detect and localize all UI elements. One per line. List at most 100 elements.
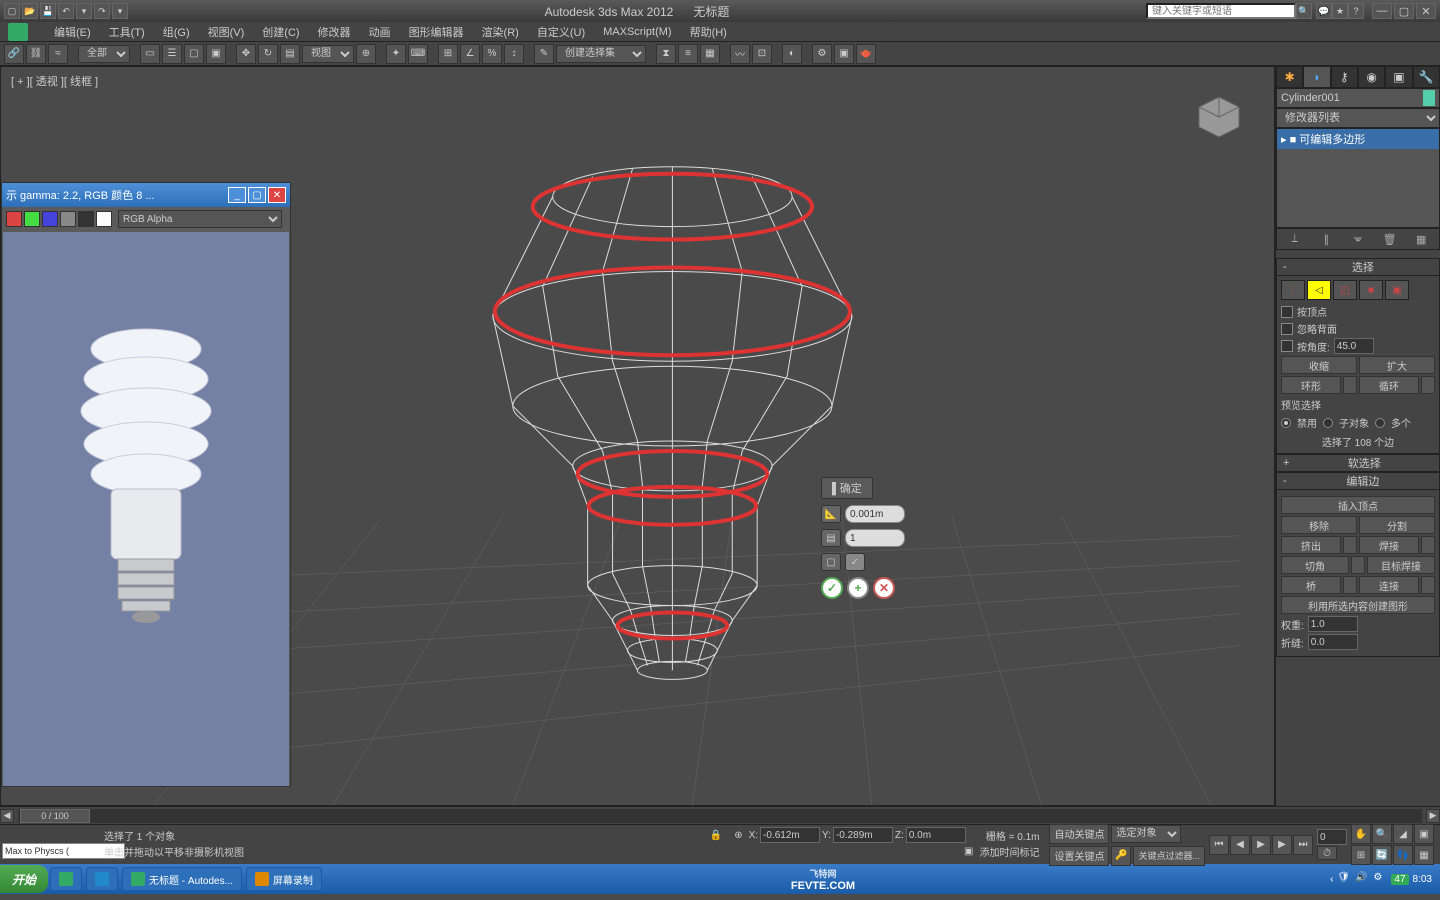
redo-dropdown-icon[interactable]: ▾	[112, 3, 128, 19]
link-icon[interactable]: 🔗	[4, 44, 24, 64]
orbit-icon[interactable]: 🔄	[1372, 845, 1392, 865]
alpha-channel-icon[interactable]	[60, 211, 76, 227]
weight-spinner[interactable]	[1308, 616, 1358, 632]
polygon-mode-icon[interactable]: ■	[1359, 280, 1383, 300]
time-tag-icon[interactable]: ▣	[964, 846, 973, 857]
ring-button[interactable]: 环形	[1281, 376, 1341, 394]
select-icon[interactable]: ▭	[140, 44, 160, 64]
auto-key-button[interactable]: 自动关键点	[1049, 824, 1109, 844]
current-frame-input[interactable]	[1317, 829, 1347, 845]
app-menu-button[interactable]	[8, 23, 28, 41]
play-icon[interactable]: ▶	[1251, 835, 1271, 855]
pivot-icon[interactable]: ⊕	[356, 44, 376, 64]
create-tab-icon[interactable]: ✱	[1276, 66, 1303, 88]
add-time-tag[interactable]: 添加时间标记	[979, 844, 1039, 859]
redo-icon[interactable]: ↷	[94, 3, 110, 19]
make-unique-icon[interactable]: ⩖	[1349, 230, 1367, 248]
undo-icon[interactable]: ↶	[58, 3, 74, 19]
unlink-icon[interactable]: ⛓	[26, 44, 46, 64]
insert-vertex-button[interactable]: 插入顶点	[1281, 496, 1435, 514]
set-key-button[interactable]: 设置关键点	[1049, 846, 1109, 866]
clock[interactable]: 8:03	[1413, 874, 1432, 885]
modifier-stack[interactable]: ▸ ■ 可编辑多边形	[1276, 128, 1440, 228]
chamfer-segments-input[interactable]	[845, 529, 905, 547]
menu-rendering[interactable]: 渲染(R)	[482, 24, 519, 40]
selection-filter-dropdown[interactable]: 全部	[78, 45, 130, 63]
prev-frame-icon[interactable]: ◀	[1230, 835, 1250, 855]
zoom-icon[interactable]: 🔍	[1372, 824, 1392, 844]
keyboard-shortcut-icon[interactable]: ⌨	[408, 44, 428, 64]
material-editor-icon[interactable]: ◐	[782, 44, 802, 64]
preview-subobj-radio[interactable]	[1323, 418, 1333, 428]
taskbar-item-recorder[interactable]: 屏幕录制	[246, 867, 322, 891]
z-coord-input[interactable]	[906, 827, 966, 843]
remove-mod-icon[interactable]: 🗑	[1381, 230, 1399, 248]
render-icon[interactable]: 🫖	[856, 44, 876, 64]
window-crossing-icon[interactable]: ▣	[206, 44, 226, 64]
configure-icon[interactable]: ▦	[1412, 230, 1430, 248]
modifier-list-dropdown[interactable]: 修改器列表	[1276, 108, 1440, 128]
tray-icon-1[interactable]: 🛡	[1337, 872, 1351, 886]
connect-settings-button[interactable]	[1421, 576, 1435, 594]
next-frame-icon[interactable]: ▶	[1272, 835, 1292, 855]
cancel-button[interactable]: ✕	[873, 577, 895, 599]
save-icon[interactable]: 💾	[40, 3, 56, 19]
align-icon[interactable]: ≡	[678, 44, 698, 64]
fov-icon[interactable]: ◢	[1393, 824, 1413, 844]
x-coord-input[interactable]	[760, 827, 820, 843]
rotate-icon[interactable]: ↻	[258, 44, 278, 64]
shrink-button[interactable]: 收缩	[1281, 356, 1357, 374]
system-tray[interactable]: ‹ 🛡 🔊 ⚙ 47 8:03	[1322, 872, 1440, 886]
coord-icon[interactable]: ⊕	[734, 830, 742, 841]
zoom-extents-icon[interactable]: ▣	[1414, 824, 1434, 844]
start-button[interactable]: 开始	[0, 865, 48, 893]
select-region-icon[interactable]: ▢	[184, 44, 204, 64]
spinner-snap-icon[interactable]: ↕	[504, 44, 524, 64]
crease-spinner[interactable]	[1308, 634, 1358, 650]
loop-spinner[interactable]	[1421, 376, 1435, 394]
ok-button[interactable]: ✓	[821, 577, 843, 599]
y-coord-input[interactable]	[833, 827, 893, 843]
border-mode-icon[interactable]: ◰	[1333, 280, 1357, 300]
menu-maxscript[interactable]: MAXScript(M)	[603, 26, 671, 38]
curve-editor-icon[interactable]: 〰	[730, 44, 750, 64]
menu-views[interactable]: 视图(V)	[208, 24, 245, 40]
help-icon[interactable]: ?	[1348, 3, 1364, 19]
preview-off-radio[interactable]	[1281, 418, 1291, 428]
green-channel-icon[interactable]	[24, 211, 40, 227]
pan-view-icon[interactable]: ✋	[1351, 824, 1371, 844]
object-color-swatch[interactable]	[1423, 90, 1435, 106]
remove-button[interactable]: 移除	[1281, 516, 1357, 534]
render-setup-icon[interactable]: ⚙	[812, 44, 832, 64]
chamfer-settings-button[interactable]	[1351, 556, 1365, 574]
menu-tools[interactable]: 工具(T)	[109, 24, 145, 40]
open-icon[interactable]: ▢	[821, 553, 841, 571]
time-slider[interactable]: 0 / 100	[18, 809, 1422, 823]
undo-dropdown-icon[interactable]: ▾	[76, 3, 92, 19]
goto-start-icon[interactable]: ⏮	[1209, 835, 1229, 855]
lock-icon[interactable]: 🔒	[710, 830, 722, 841]
prev-frame-button[interactable]: ◀	[0, 809, 14, 823]
pin-stack-icon[interactable]: ⟘	[1286, 230, 1304, 248]
motion-tab-icon[interactable]: ◉	[1358, 66, 1385, 88]
viewport-label[interactable]: [ + ][ 透视 ][ 线框 ]	[11, 73, 98, 89]
manipulate-icon[interactable]: ✦	[386, 44, 406, 64]
new-icon[interactable]: ▢	[4, 3, 20, 19]
layers-icon[interactable]: ▦	[700, 44, 720, 64]
render-minimize-button[interactable]: _	[228, 187, 246, 203]
extrude-button[interactable]: 挤出	[1281, 536, 1341, 554]
favorites-icon[interactable]: ★	[1332, 3, 1348, 19]
clear-icon[interactable]	[96, 211, 112, 227]
next-frame-button[interactable]: ▶	[1426, 809, 1440, 823]
maximize-viewport-icon[interactable]: ▦	[1414, 845, 1434, 865]
percent-snap-icon[interactable]: %	[482, 44, 502, 64]
open-icon[interactable]: 📂	[22, 3, 38, 19]
comm-center-icon[interactable]: 💬	[1316, 3, 1332, 19]
apply-button[interactable]: +	[847, 577, 869, 599]
ref-coord-dropdown[interactable]: 视图	[302, 45, 354, 63]
hierarchy-tab-icon[interactable]: ⚷	[1331, 66, 1358, 88]
named-sel-icon[interactable]: ✎	[534, 44, 554, 64]
object-name-field[interactable]: Cylinder001	[1276, 88, 1440, 108]
segments-icon[interactable]: ▤	[821, 529, 841, 547]
zoom-all-icon[interactable]: ⊞	[1351, 845, 1371, 865]
